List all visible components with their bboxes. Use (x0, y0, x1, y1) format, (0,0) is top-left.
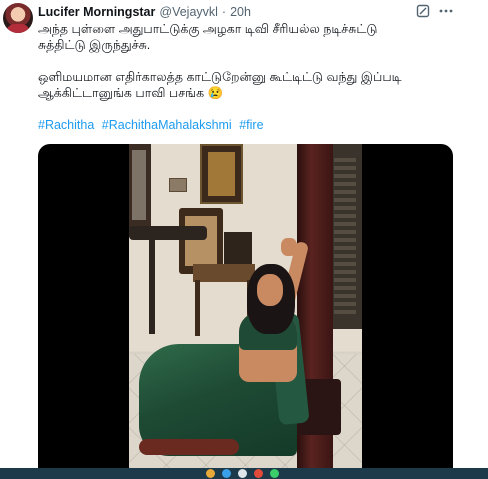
taskbar-icon[interactable] (254, 469, 263, 478)
tweet-card[interactable]: Lucifer Morningstar @Vejayvkl · 20h அந்த… (0, 0, 488, 468)
hashtag-link[interactable]: #fire (239, 118, 263, 132)
taskbar-icon[interactable] (206, 469, 215, 478)
taskbar-icon[interactable] (270, 469, 279, 478)
tweet-video[interactable] (38, 144, 453, 468)
more-options-icon[interactable] (438, 4, 454, 18)
tweet-timestamp[interactable]: 20h (230, 5, 251, 19)
taskbar (0, 468, 488, 479)
author-handle[interactable]: @Vejayvkl (159, 5, 218, 19)
taskbar-icon[interactable] (238, 469, 247, 478)
tweet-text-line: அந்த புள்ளை அதுபாட்டுக்கு அழகா டிவி சீரி… (38, 22, 378, 36)
tweet-text-line: ஒளிமயமான எதிர்காலத்த காட்டுறேன்னு கூட்டி… (38, 70, 402, 84)
taskbar-icon[interactable] (222, 469, 231, 478)
hashtag-link[interactable]: #Rachitha (38, 118, 94, 132)
tweet-text-line: ஆக்கிட்டானுங்க பாவி பசங்க 😢 (38, 86, 224, 100)
header-separator: · (221, 5, 227, 19)
author-name[interactable]: Lucifer Morningstar (38, 5, 155, 19)
grok-icon[interactable] (416, 4, 430, 18)
header-actions (416, 4, 454, 18)
hashtags: #Rachitha #RachithaMahalakshmi #fire (38, 118, 268, 132)
video-frame (129, 144, 362, 468)
tweet-text-line: சுத்திட்டு இருந்துச்சு. (38, 38, 151, 52)
tweet-header: Lucifer Morningstar @Vejayvkl · 20h (38, 4, 251, 20)
tweet-text: அந்த புள்ளை அதுபாட்டுக்கு அழகா டிவி சீரி… (38, 21, 458, 101)
hashtag-link[interactable]: #RachithaMahalakshmi (102, 118, 232, 132)
author-avatar[interactable] (3, 3, 33, 33)
